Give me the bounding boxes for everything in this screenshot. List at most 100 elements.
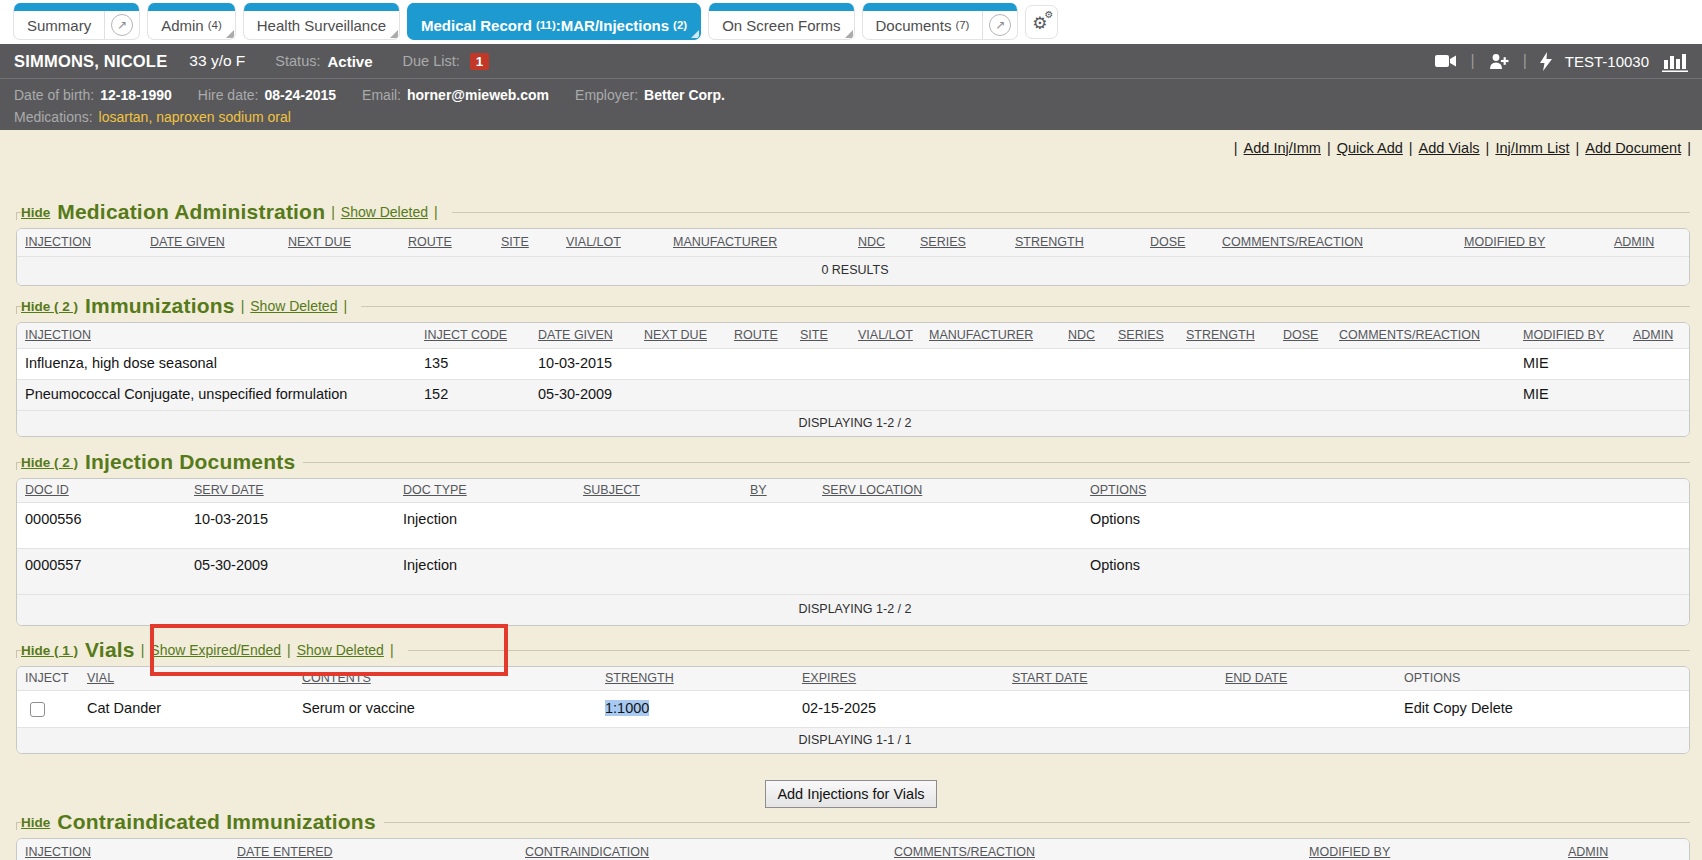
cell-options[interactable]: Edit Copy Delete <box>1396 690 1690 727</box>
lightning-bolt-icon[interactable] <box>1540 52 1552 71</box>
column-header-doc-type[interactable]: DOC TYPE <box>395 479 575 502</box>
hide-link[interactable]: Hide <box>21 815 50 830</box>
column-header-injection[interactable]: INJECTION <box>17 323 416 348</box>
settings-button[interactable]: ⚙⚙ <box>1025 5 1058 39</box>
column-header-next-due[interactable]: NEXT DUE <box>636 323 726 348</box>
tab-medical-record-11-mar-injections-2[interactable]: Medical Record (11):MAR/Injections (2) <box>407 3 701 40</box>
column-header-next-due[interactable]: NEXT DUE <box>280 229 400 256</box>
column-header-end-date[interactable]: END DATE <box>1217 667 1396 690</box>
hide-link[interactable]: Hide ( 1 ) <box>21 643 78 658</box>
column-header-subject[interactable]: SUBJECT <box>575 479 742 502</box>
hide-link[interactable]: Hide <box>21 205 50 220</box>
column-header-admin[interactable]: ADMIN <box>1606 229 1690 256</box>
cell-route <box>726 379 792 410</box>
cell-series <box>1110 379 1178 410</box>
hide-link[interactable]: Hide ( 2 ) <box>21 299 78 314</box>
column-header-injection[interactable]: INJECTION <box>17 839 229 860</box>
action-link-quick-add[interactable]: Quick Add <box>1337 140 1403 156</box>
column-header-dose[interactable]: DOSE <box>1275 323 1331 348</box>
column-header-vial-lot[interactable]: VIAL/LOT <box>558 229 665 256</box>
column-header-inject[interactable]: INJECT <box>17 667 79 690</box>
external-link-icon[interactable]: ↗ <box>111 14 133 36</box>
column-header-ndc[interactable]: NDC <box>850 229 912 256</box>
column-header-options[interactable]: OPTIONS <box>1082 479 1690 502</box>
tab-admin-4[interactable]: Admin (4) <box>147 3 236 40</box>
column-header-injection[interactable]: INJECTION <box>17 229 142 256</box>
column-header-modified-by[interactable]: MODIFIED BY <box>1301 839 1560 860</box>
action-link-inj-imm-list[interactable]: Inj/Imm List <box>1495 140 1569 156</box>
column-header-route[interactable]: ROUTE <box>726 323 792 348</box>
tab-health-surveillance[interactable]: Health Surveillance <box>243 3 400 40</box>
column-header-contraindication[interactable]: CONTRAINDICATION <box>517 839 886 860</box>
action-link-add-inj-imm[interactable]: Add Inj/Imm <box>1244 140 1321 156</box>
table-contraindicated-immunizations: INJECTIONDATE ENTEREDCONTRAINDICATIONCOM… <box>16 838 1690 860</box>
column-header-serv-location[interactable]: SERV LOCATION <box>814 479 1082 502</box>
column-header-comments-reaction[interactable]: COMMENTS/REACTION <box>1331 323 1515 348</box>
column-header-modified-by[interactable]: MODIFIED BY <box>1515 323 1625 348</box>
tab-documents-7[interactable]: Documents (7)↗ <box>862 3 1019 40</box>
column-header-inject-code[interactable]: INJECT CODE <box>416 323 530 348</box>
column-header-by[interactable]: BY <box>742 479 814 502</box>
medication-link[interactable]: naproxen sodium oral <box>156 109 291 125</box>
column-header-admin[interactable]: ADMIN <box>1560 839 1690 860</box>
column-header-strength[interactable]: STRENGTH <box>1178 323 1275 348</box>
video-camera-icon[interactable] <box>1435 53 1457 69</box>
column-header-admin[interactable]: ADMIN <box>1625 323 1690 348</box>
column-header-vial-lot[interactable]: VIAL/LOT <box>850 323 921 348</box>
cell-admin <box>1625 379 1690 410</box>
column-header-start-date[interactable]: START DATE <box>1004 667 1217 690</box>
cell-options[interactable]: Options <box>1082 548 1690 594</box>
column-header-comments-reaction[interactable]: COMMENTS/REACTION <box>886 839 1301 860</box>
table-header-row: INJECTVIALCONTENTSSTRENGTHEXPIRESSTART D… <box>17 667 1690 690</box>
add-injections-for-vials-button[interactable]: Add Injections for Vials <box>765 780 936 808</box>
column-header-strength[interactable]: STRENGTH <box>1007 229 1142 256</box>
table-medication-administration: INJECTIONDATE GIVENNEXT DUEROUTESITEVIAL… <box>16 228 1690 286</box>
column-header-date-entered[interactable]: DATE ENTERED <box>229 839 517 860</box>
column-header-manufacturer[interactable]: MANUFACTURER <box>921 323 1060 348</box>
column-header-site[interactable]: SITE <box>792 323 850 348</box>
column-header-contents[interactable]: CONTENTS <box>294 667 597 690</box>
hide-link[interactable]: Hide ( 2 ) <box>21 455 78 470</box>
column-header-manufacturer[interactable]: MANUFACTURER <box>665 229 850 256</box>
tab-on-screen-forms[interactable]: On Screen Forms <box>708 3 854 40</box>
link-show-deleted[interactable]: Show Deleted <box>250 298 337 314</box>
table-footer-row: DISPLAYING 1-2 / 2 <box>17 594 1690 625</box>
column-header-dose[interactable]: DOSE <box>1142 229 1214 256</box>
column-header-modified-by[interactable]: MODIFIED BY <box>1456 229 1606 256</box>
action-link-add-vials[interactable]: Add Vials <box>1419 140 1480 156</box>
info-value: 08-24-2015 <box>264 87 336 103</box>
column-header-date-given[interactable]: DATE GIVEN <box>142 229 280 256</box>
add-user-icon[interactable] <box>1488 53 1510 70</box>
column-header-site[interactable]: SITE <box>493 229 558 256</box>
action-link-add-document[interactable]: Add Document <box>1585 140 1681 156</box>
link-show-deleted[interactable]: Show Deleted <box>341 204 428 220</box>
column-header-doc-id[interactable]: DOC ID <box>17 479 186 502</box>
due-list-badge[interactable]: 1 <box>470 53 490 70</box>
table-row: 000055705-30-2009InjectionOptions <box>17 548 1690 594</box>
column-header-strength[interactable]: STRENGTH <box>597 667 794 690</box>
external-link-icon[interactable]: ↗ <box>989 14 1011 36</box>
column-header-date-given[interactable]: DATE GIVEN <box>530 323 636 348</box>
column-header-comments-reaction[interactable]: COMMENTS/REACTION <box>1214 229 1456 256</box>
link-show-expired-ended[interactable]: Show Expired/Ended <box>150 642 281 658</box>
column-header-vial[interactable]: VIAL <box>79 667 294 690</box>
link-show-deleted[interactable]: Show Deleted <box>297 642 384 658</box>
cell-end-date <box>1217 690 1396 727</box>
cell-options[interactable]: Options <box>1082 502 1690 548</box>
column-header-serv-date[interactable]: SERV DATE <box>186 479 395 502</box>
checkbox[interactable] <box>30 702 45 717</box>
column-header-route[interactable]: ROUTE <box>400 229 493 256</box>
column-header-options[interactable]: OPTIONS <box>1396 667 1690 690</box>
column-header-ndc[interactable]: NDC <box>1060 323 1110 348</box>
table-immunizations: INJECTIONINJECT CODEDATE GIVENNEXT DUERO… <box>16 322 1690 437</box>
chart-icon[interactable] <box>1662 51 1688 72</box>
cell-site <box>792 348 850 379</box>
cell-doc-id: 0000556 <box>17 502 186 548</box>
column-header-expires[interactable]: EXPIRES <box>794 667 1004 690</box>
medication-link[interactable]: losartan <box>99 109 149 125</box>
column-header-series[interactable]: SERIES <box>912 229 1007 256</box>
column-header-series[interactable]: SERIES <box>1110 323 1178 348</box>
patient-info-bar: Date of birth:12-18-1990Hire date:08-24-… <box>0 78 1702 130</box>
table-injection-documents: DOC IDSERV DATEDOC TYPESUBJECTBYSERV LOC… <box>16 478 1690 626</box>
tab-summary[interactable]: Summary↗ <box>13 3 140 40</box>
